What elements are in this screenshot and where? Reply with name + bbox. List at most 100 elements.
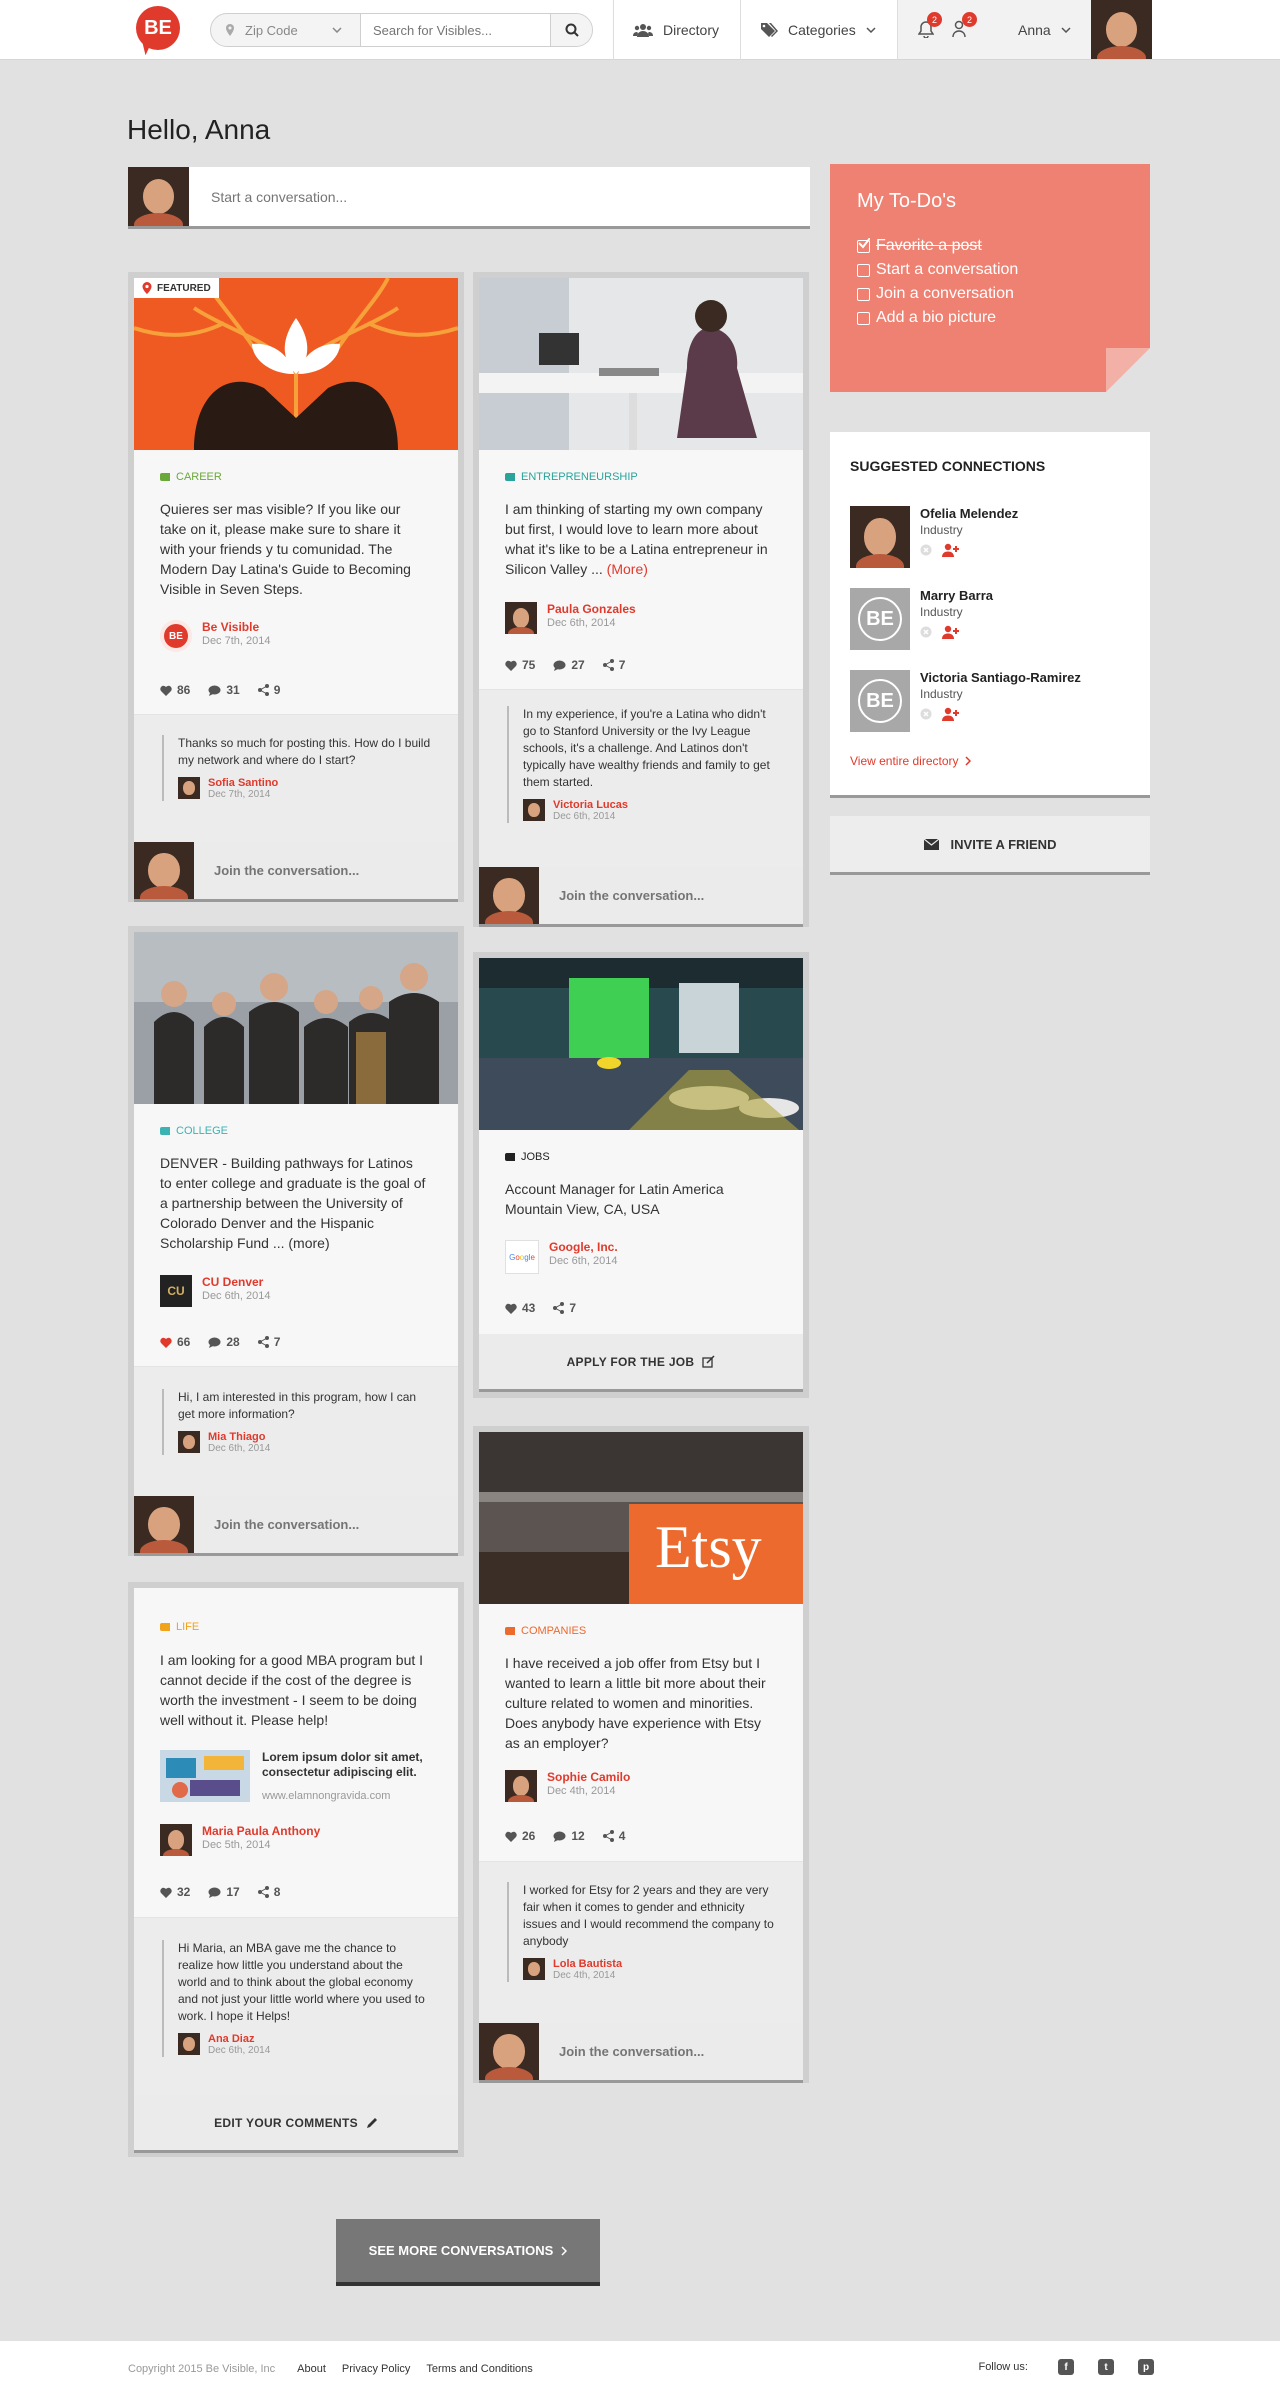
- post-image: Etsy: [479, 1432, 803, 1604]
- twitter-icon[interactable]: t: [1098, 2359, 1114, 2375]
- invite-friend-button[interactable]: INVITE A FRIEND: [830, 816, 1150, 875]
- read-more-link[interactable]: (More): [607, 561, 648, 577]
- post-category[interactable]: COMPANIES: [505, 1625, 586, 1637]
- be-visible-logo[interactable]: BE: [136, 6, 180, 50]
- add-connection-icon[interactable]: [942, 625, 960, 639]
- author-name[interactable]: Be Visible: [202, 620, 271, 634]
- nav-directory[interactable]: Directory: [633, 0, 719, 60]
- todo-item-join[interactable]: Join a conversation: [857, 282, 1018, 306]
- comment-button[interactable]: 31: [208, 683, 240, 697]
- friend-requests-button[interactable]: 2: [952, 12, 977, 43]
- todo-item-bio[interactable]: Add a bio picture: [857, 306, 1018, 330]
- author-name[interactable]: Maria Paula Anthony: [202, 1824, 320, 1838]
- page-fold-corner: [1106, 348, 1150, 392]
- share-button[interactable]: 7: [602, 658, 625, 672]
- post-date: Dec 6th, 2014: [549, 1255, 618, 1267]
- share-button[interactable]: 8: [257, 1885, 280, 1899]
- apply-for-job-button[interactable]: APPLY FOR THE JOB: [479, 1334, 803, 1392]
- footer-link-terms[interactable]: Terms and Conditions: [426, 2363, 532, 2375]
- notifications-button[interactable]: 2: [917, 12, 942, 43]
- user-menu[interactable]: Anna: [1018, 0, 1071, 60]
- share-icon: [602, 659, 614, 671]
- connection-name[interactable]: Ofelia Melendez: [920, 506, 1018, 521]
- post-category[interactable]: COLLEGE: [160, 1125, 228, 1137]
- join-conversation-input[interactable]: [559, 888, 759, 903]
- footer-link-about[interactable]: About: [297, 2363, 326, 2375]
- footer-link-privacy[interactable]: Privacy Policy: [342, 2363, 410, 2375]
- dismiss-icon[interactable]: [920, 708, 932, 720]
- facebook-icon[interactable]: f: [1058, 2359, 1074, 2375]
- add-connection-icon[interactable]: [942, 707, 960, 721]
- user-avatar[interactable]: [1091, 0, 1152, 59]
- like-button[interactable]: 26: [505, 1829, 535, 1843]
- share-count: 7: [569, 1301, 577, 1315]
- commenter-name[interactable]: Lola Bautista: [553, 1958, 622, 1970]
- commenter-name[interactable]: Mia Thiago: [208, 1431, 270, 1443]
- share-button[interactable]: 9: [257, 683, 280, 697]
- edit-comments-button[interactable]: EDIT YOUR COMMENTS: [134, 2095, 458, 2153]
- connection-name[interactable]: Marry Barra: [920, 588, 993, 603]
- start-conversation-input[interactable]: [211, 188, 611, 205]
- author-name[interactable]: Sophie Camilo: [547, 1770, 630, 1784]
- add-connection-icon[interactable]: [942, 543, 960, 557]
- dismiss-icon[interactable]: [920, 626, 932, 638]
- view-directory-link[interactable]: View entire directory: [850, 754, 971, 768]
- commenter-avatar[interactable]: [178, 1431, 200, 1453]
- comment-button[interactable]: 17: [208, 1885, 240, 1899]
- todo-panel: My To-Do's Favorite a post Start a conve…: [830, 164, 1150, 392]
- author-avatar[interactable]: [505, 1770, 537, 1802]
- post-category[interactable]: CAREER: [160, 471, 222, 483]
- comment-button[interactable]: 12: [553, 1829, 585, 1843]
- dismiss-icon[interactable]: [920, 544, 932, 556]
- etsy-sign-text: Etsy: [655, 1514, 762, 1580]
- author-avatar[interactable]: [505, 602, 537, 634]
- commenter-name[interactable]: Ana Diaz: [208, 2033, 270, 2045]
- cu-denver-logo[interactable]: CU: [160, 1275, 192, 1307]
- link-preview[interactable]: Lorem ipsum dolor sit amet, consectetur …: [160, 1750, 430, 1806]
- post-category[interactable]: JOBS: [505, 1151, 550, 1163]
- author-name[interactable]: Google, Inc.: [549, 1240, 618, 1254]
- todo-item-start[interactable]: Start a conversation: [857, 258, 1018, 282]
- commenter-avatar[interactable]: [523, 799, 545, 821]
- google-logo[interactable]: Google: [505, 1240, 539, 1274]
- join-conversation-input[interactable]: [214, 863, 414, 878]
- like-button[interactable]: 86: [160, 683, 190, 697]
- post-category[interactable]: LIFE: [160, 1621, 199, 1633]
- like-button[interactable]: 75: [505, 658, 535, 672]
- commenter-name[interactable]: Victoria Lucas: [553, 799, 628, 811]
- job-title[interactable]: Account Manager for Latin America: [505, 1179, 773, 1199]
- commenter-avatar[interactable]: [523, 1958, 545, 1980]
- connection-name[interactable]: Victoria Santiago-Ramirez: [920, 670, 1081, 685]
- post-category[interactable]: ENTREPRENEURSHIP: [505, 471, 638, 483]
- comment-icon: [208, 1887, 221, 1898]
- search-button[interactable]: [550, 14, 592, 46]
- join-conversation-input[interactable]: [559, 2044, 759, 2059]
- connection-avatar[interactable]: [850, 506, 910, 568]
- pinterest-icon[interactable]: p: [1138, 2359, 1154, 2375]
- nav-categories[interactable]: Categories: [760, 0, 876, 60]
- commenter-avatar[interactable]: [178, 2033, 200, 2055]
- share-button[interactable]: 7: [257, 1335, 280, 1349]
- default-avatar[interactable]: BE: [850, 670, 910, 732]
- author-name[interactable]: CU Denver: [202, 1275, 271, 1289]
- be-visible-avatar[interactable]: BE: [160, 620, 192, 652]
- search-input[interactable]: [361, 14, 551, 46]
- comment-count: 12: [571, 1829, 585, 1843]
- author-avatar[interactable]: [160, 1824, 192, 1856]
- share-button[interactable]: 7: [553, 1301, 576, 1315]
- author-name[interactable]: Paula Gonzales: [547, 602, 636, 616]
- comment-button[interactable]: 28: [208, 1335, 240, 1349]
- zip-code-select[interactable]: Zip Code: [211, 14, 361, 46]
- like-button[interactable]: 43: [505, 1301, 535, 1315]
- see-more-conversations-button[interactable]: SEE MORE CONVERSATIONS: [336, 2219, 600, 2286]
- default-avatar[interactable]: BE: [850, 588, 910, 650]
- location-pin-icon: [142, 282, 152, 294]
- commenter-name[interactable]: Sofia Santino: [208, 777, 278, 789]
- join-conversation-input[interactable]: [214, 1517, 414, 1532]
- commenter-avatar[interactable]: [178, 777, 200, 799]
- like-button[interactable]: 66: [160, 1335, 190, 1349]
- todo-item-favorite[interactable]: Favorite a post: [857, 234, 1018, 258]
- comment-button[interactable]: 27: [553, 658, 585, 672]
- like-button[interactable]: 32: [160, 1885, 190, 1899]
- share-button[interactable]: 4: [602, 1829, 625, 1843]
